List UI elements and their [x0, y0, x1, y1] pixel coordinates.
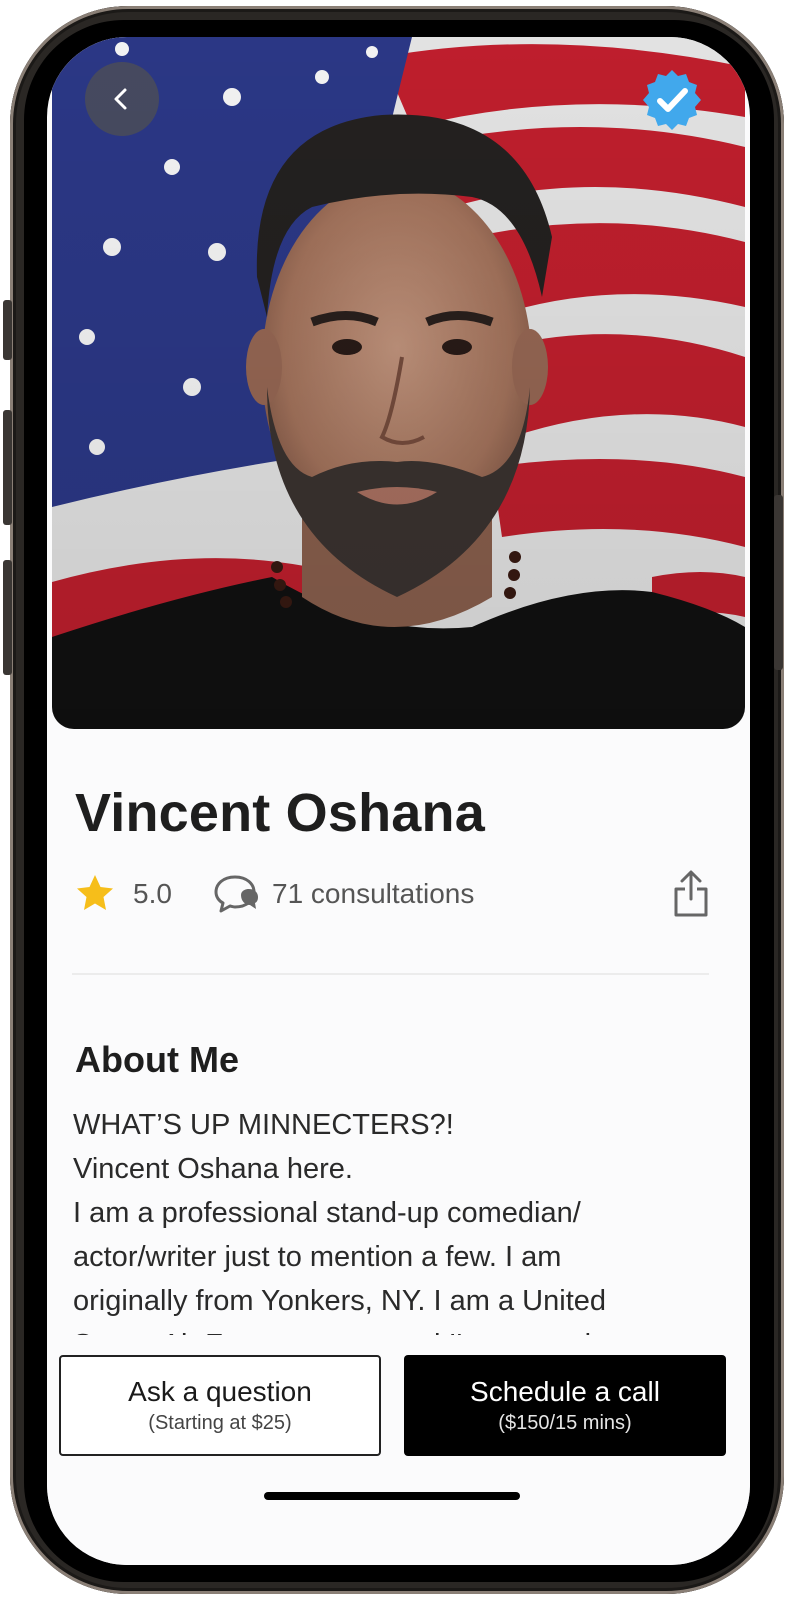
about-text: WHAT’S UP MINNECTERS?! Vincent Oshana he… [73, 1109, 607, 1335]
share-icon[interactable] [671, 869, 711, 919]
volume-down-button [3, 560, 12, 675]
schedule-call-label: Schedule a call [470, 1376, 660, 1407]
schedule-call-price: ($150/15 mins) [498, 1412, 632, 1434]
profile-name: Vincent Oshana [75, 783, 485, 843]
star-icon [77, 875, 113, 910]
back-button[interactable] [85, 62, 159, 136]
profile-photo [52, 37, 745, 729]
power-button [774, 495, 783, 670]
home-indicator[interactable] [264, 1492, 520, 1500]
rating-value: 5.0 [133, 878, 172, 909]
volume-up-button [3, 410, 12, 525]
ask-question-price: (Starting at $25) [148, 1412, 292, 1434]
app-screen: Vincent Oshana 5.0 71 consultations Abou… [47, 37, 750, 1565]
ask-question-label: Ask a question [128, 1376, 312, 1407]
schedule-call-button[interactable]: Schedule a call ($150/15 mins) [404, 1355, 726, 1456]
consultations-count: 71 consultations [272, 878, 475, 909]
about-title: About Me [75, 1039, 239, 1080]
ask-question-button[interactable]: Ask a question (Starting at $25) [59, 1355, 381, 1456]
divider [72, 973, 709, 975]
chevron-left-icon [114, 88, 127, 110]
profile-stats: 5.0 71 consultations [75, 869, 715, 919]
mute-switch [3, 300, 12, 360]
chat-bubbles-icon [214, 875, 258, 913]
verified-badge-icon [643, 70, 701, 130]
